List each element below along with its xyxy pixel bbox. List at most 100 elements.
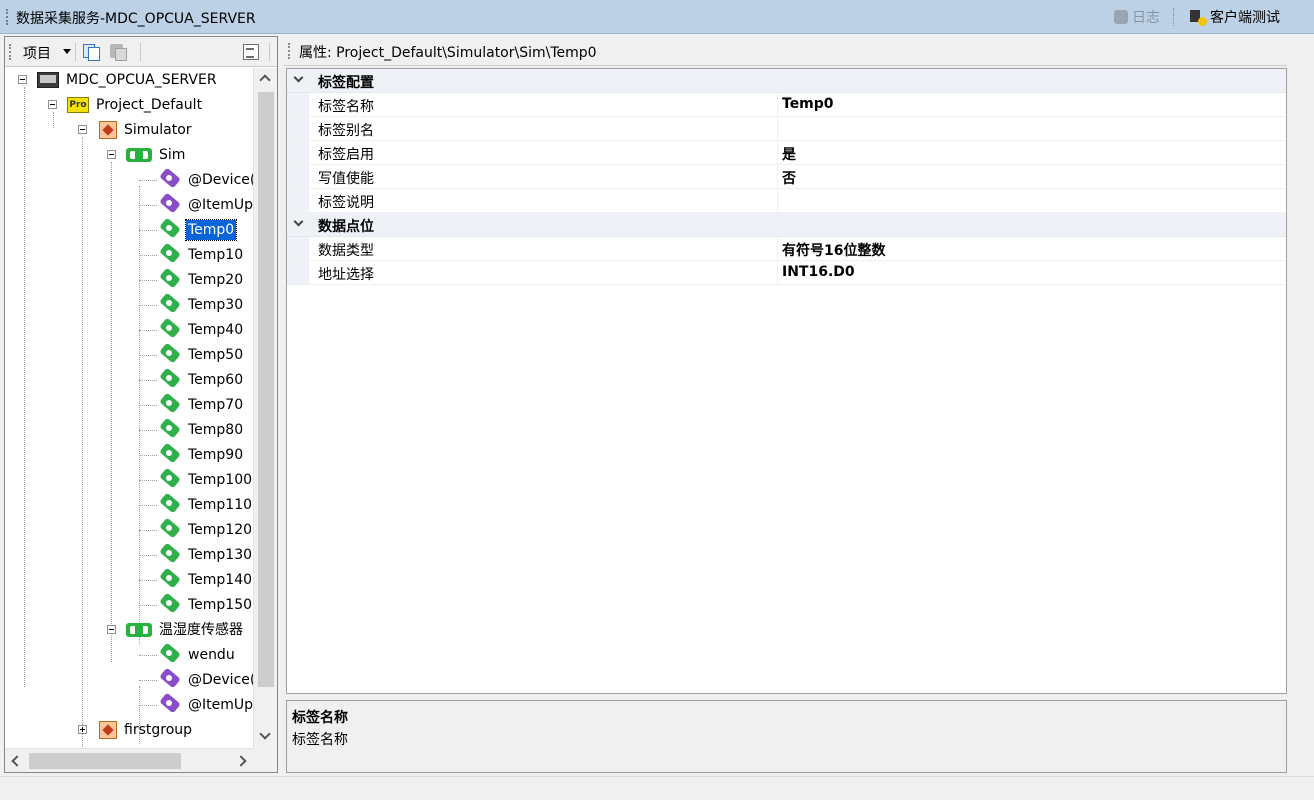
collapse-icon[interactable] [107,625,116,634]
description-title: 标签名称 [292,710,348,726]
tree-node-tag[interactable]: @Device( [139,669,253,691]
tree-node-tag[interactable]: @Device( [139,169,253,191]
expand-icon[interactable] [78,725,87,734]
tree-node-label: firstgroup [124,722,193,738]
collapse-icon[interactable] [48,100,57,109]
tree-node-tag[interactable]: Temp130 [139,544,253,566]
description-text: 标签名称 [292,732,348,748]
project-toolbar: 项目 [5,37,277,67]
property-grid[interactable]: 标签配置 标签名称 Temp0 标签别名 标签启用 是写值使能 否标签说明 数据点位 数据… [286,68,1287,694]
scroll-down-icon[interactable] [259,728,271,740]
tree-node-tag[interactable]: Temp100 [139,469,253,491]
tree-vertical-scrollbar[interactable] [253,68,277,748]
client-test-button[interactable]: 客户端测试 [1189,7,1280,27]
tree-node-tag[interactable]: Temp80 [139,419,245,441]
tag-green-icon [157,545,181,565]
property-row[interactable]: 地址选择 INT16.D0 [287,261,1286,285]
tree-node-label: Temp150 [188,597,253,613]
property-value[interactable]: INT16.D0 [777,261,1286,284]
project-tree[interactable]: MDC_OPCUA_SERVER Project_Default Simulat… [5,68,253,748]
property-value[interactable] [777,189,1286,212]
tree-line [139,455,157,456]
tree-node-device-th[interactable]: 温湿度传感器 [104,619,245,641]
tree-line [139,355,157,356]
device-icon [126,148,152,162]
project-menu-label[interactable]: 项目 [23,43,51,63]
tree-node-channel-simulator[interactable]: Simulator [75,119,194,141]
tree-node-tag[interactable]: @ItemUp [139,694,253,716]
chevron-down-icon[interactable] [293,72,304,83]
tree-node-tag[interactable]: Temp30 [139,294,245,316]
tree-node-label: Simulator [124,122,192,138]
property-value[interactable]: 是 [777,141,1286,164]
property-row[interactable]: 标签说明 [287,189,1286,213]
chevron-down-icon[interactable] [63,49,71,54]
tree-node-tag[interactable]: Temp140 [139,569,253,591]
row-gutter [287,117,309,140]
property-value[interactable]: 否 [777,165,1286,188]
property-row[interactable]: 标签别名 [287,117,1286,141]
tree-horizontal-scrollbar[interactable] [5,748,253,772]
tree-node-tag[interactable]: wendu [139,644,237,666]
tree-line [24,87,25,687]
property-value[interactable] [777,117,1286,140]
tree-node-tag[interactable]: Temp90 [139,444,245,466]
title-separator [1173,8,1174,26]
collapse-icon[interactable] [78,125,87,134]
tree-node-label: Temp90 [188,447,244,463]
tree-line [139,405,157,406]
scroll-thumb[interactable] [29,753,181,769]
tree-line [139,380,157,381]
scroll-right-icon[interactable] [235,755,247,767]
tree-node-server[interactable]: MDC_OPCUA_SERVER [17,69,219,91]
tree-line [139,180,157,181]
tree-line [139,530,157,531]
property-row[interactable]: 标签名称 Temp0 [287,93,1286,117]
tree-node-tag[interactable]: Temp70 [139,394,245,416]
row-gutter [287,237,309,260]
tree-node-project[interactable]: Project_Default [46,94,204,116]
tree-line [139,280,157,281]
tree-node-label: Temp140 [188,572,253,588]
property-value[interactable]: 有符号16位整数 [777,237,1286,260]
expand-all-icon[interactable] [241,43,259,60]
scroll-thumb[interactable] [258,92,274,687]
tree-node-label: MDC_OPCUA_SERVER [66,72,217,88]
property-name: 写值使能 [318,171,374,187]
category-row-data-point[interactable]: 数据点位 [287,213,1286,237]
collapse-icon[interactable] [107,150,116,159]
category-row-tag-config[interactable]: 标签配置 [287,69,1286,93]
tree-node-label: @ItemUp [188,697,253,713]
tag-purple-icon [157,195,181,215]
paste-icon[interactable] [109,43,127,61]
scroll-left-icon[interactable] [11,755,23,767]
log-button[interactable]: 日志 [1114,7,1160,27]
log-icon [1114,10,1128,24]
tree-node-tag[interactable]: @ItemUp [139,194,253,216]
tree-node-label: Project_Default [96,97,203,113]
tree-node-tag[interactable]: Temp50 [139,344,245,366]
tree-node-tag[interactable]: Temp20 [139,269,245,291]
tree-node-tag[interactable]: Temp10 [139,244,245,266]
property-row[interactable]: 写值使能 否 [287,165,1286,189]
tree-node-tag[interactable]: Temp150 [139,594,253,616]
tree-node-tag[interactable]: Temp110 [139,494,253,516]
scroll-up-icon[interactable] [259,74,271,86]
tree-node-device-sim[interactable]: Sim [104,144,187,166]
tag-purple-icon [157,695,181,715]
chevron-down-icon[interactable] [293,216,304,227]
property-row[interactable]: 数据类型 有符号16位整数 [287,237,1286,261]
collapse-icon[interactable] [18,75,27,84]
copy-icon[interactable] [81,43,100,61]
tag-green-icon [157,645,181,665]
category-label: 标签配置 [318,75,374,91]
toolbar-separator [269,43,270,61]
property-value[interactable]: Temp0 [777,93,1286,116]
tree-node-channel-firstgroup[interactable]: firstgroup [75,719,194,741]
tree-node-tag[interactable]: Temp60 [139,369,245,391]
property-row[interactable]: 标签启用 是 [287,141,1286,165]
tree-node-tag[interactable]: Temp0 [139,219,238,241]
tree-line [139,430,157,431]
tree-node-tag[interactable]: Temp120 [139,519,253,541]
tree-node-tag[interactable]: Temp40 [139,319,245,341]
